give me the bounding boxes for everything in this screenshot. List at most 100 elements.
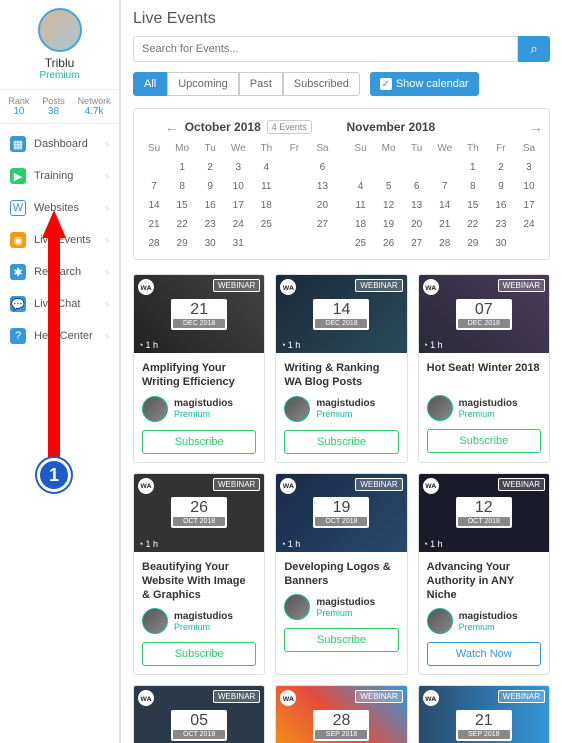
calendar-day[interactable]: 30 (196, 234, 224, 253)
subscribe-button[interactable]: Subscribe (427, 429, 541, 453)
show-calendar-toggle[interactable]: ✓ Show calendar (370, 72, 479, 96)
calendar-day[interactable]: 21 (431, 215, 459, 234)
calendar-day[interactable]: 11 (252, 177, 280, 196)
calendar-day[interactable]: 1 (459, 158, 487, 177)
sidebar-item-help-center[interactable]: ?Help Center› (0, 320, 119, 352)
calendar-day[interactable]: 23 (487, 215, 515, 234)
calendar-day[interactable]: 13 (308, 177, 336, 196)
subscribe-button[interactable]: Subscribe (284, 628, 398, 652)
next-month[interactable]: → (529, 119, 543, 135)
filter-past[interactable]: Past (239, 72, 283, 96)
calendar-day[interactable]: 2 (196, 158, 224, 177)
event-card[interactable]: wᴀ WEBINAR 14 DEC 2018 ◔1 h Writing & Ra… (275, 274, 407, 463)
filter-upcoming[interactable]: Upcoming (167, 72, 239, 96)
calendar-day[interactable]: 17 (515, 196, 543, 215)
filter-all[interactable]: All (133, 72, 167, 96)
calendar-day[interactable]: 25 (252, 215, 280, 234)
sidebar-item-live-chat[interactable]: 💬Live Chat› (0, 288, 119, 320)
calendar-day[interactable]: 12 (280, 177, 308, 196)
prev-month[interactable]: ← (165, 119, 179, 135)
subscribe-button[interactable]: Subscribe (284, 430, 398, 454)
calendar-day[interactable]: 22 (459, 215, 487, 234)
calendar-day[interactable]: 29 (459, 234, 487, 253)
calendar-day[interactable]: 24 (515, 215, 543, 234)
event-card[interactable]: wᴀ WEBINAR 26 OCT 2018 ◔1 h Beautifying … (133, 473, 265, 676)
calendar-day[interactable]: 27 (403, 234, 431, 253)
calendar-day[interactable]: 20 (403, 215, 431, 234)
calendar-day[interactable]: 10 (515, 177, 543, 196)
calendar-day[interactable]: 9 (487, 177, 515, 196)
calendar-day[interactable]: 14 (431, 196, 459, 215)
event-card[interactable]: wᴀ WEBINAR 21 DEC 2018 ◔1 h Amplifying Y… (133, 274, 265, 463)
event-card[interactable]: wᴀ WEBINAR 19 OCT 2018 ◔1 h Developing L… (275, 473, 407, 676)
calendar-day[interactable]: 3 (224, 158, 252, 177)
sidebar-item-research[interactable]: ✱Research› (0, 256, 119, 288)
calendar-day[interactable]: 11 (347, 196, 375, 215)
calendar-day[interactable]: 26 (280, 215, 308, 234)
calendar-day[interactable]: 8 (459, 177, 487, 196)
calendar-day[interactable]: 25 (347, 234, 375, 253)
sidebar-item-websites[interactable]: WWebsites› (0, 192, 119, 224)
calendar-day[interactable]: 9 (196, 177, 224, 196)
event-author[interactable]: magistudios Premium (427, 395, 541, 421)
calendar-day[interactable]: 4 (252, 158, 280, 177)
calendar-day[interactable]: 14 (140, 196, 168, 215)
event-card[interactable]: wᴀ WEBINAR 07 DEC 2018 ◔1 h Hot Seat! Wi… (418, 274, 550, 463)
calendar-day[interactable]: 31 (224, 234, 252, 253)
calendar-day[interactable]: 16 (487, 196, 515, 215)
calendar-day[interactable]: 17 (224, 196, 252, 215)
search-input[interactable] (133, 36, 518, 62)
event-author[interactable]: magistudios Premium (142, 608, 256, 634)
calendar-day[interactable]: 6 (308, 158, 336, 177)
calendar-day[interactable]: 18 (347, 215, 375, 234)
calendar-day[interactable]: 22 (168, 215, 196, 234)
calendar-day[interactable]: 3 (515, 158, 543, 177)
event-author[interactable]: magistudios Premium (284, 594, 398, 620)
event-author[interactable]: magistudios Premium (142, 396, 256, 422)
subscribe-button[interactable]: Subscribe (142, 642, 256, 666)
calendar-day[interactable]: 12 (375, 196, 403, 215)
watch-now-button[interactable]: Watch Now (427, 642, 541, 666)
calendar-day[interactable]: 15 (168, 196, 196, 215)
sidebar-item-dashboard[interactable]: ▦Dashboard› (0, 128, 119, 160)
event-card[interactable]: wᴀ WEBINAR 21 SEP 2018 ◔1 h Advanced Wid… (418, 685, 550, 743)
sidebar-item-live-events[interactable]: ◉Live Events› (0, 224, 119, 256)
calendar-day[interactable]: 7 (431, 177, 459, 196)
calendar-day[interactable]: 29 (168, 234, 196, 253)
calendar-day[interactable]: 19 (280, 196, 308, 215)
calendar-day[interactable]: 24 (224, 215, 252, 234)
user-name[interactable]: Triblu (4, 56, 115, 70)
event-author[interactable]: magistudios Premium (427, 608, 541, 634)
calendar-day[interactable]: 19 (375, 215, 403, 234)
calendar-day[interactable]: 6 (403, 177, 431, 196)
calendar-day[interactable]: 4 (347, 177, 375, 196)
stat-rank[interactable]: Rank 10 (8, 96, 29, 117)
calendar-day[interactable]: 1 (168, 158, 196, 177)
calendar-day[interactable]: 7 (140, 177, 168, 196)
event-card[interactable]: wᴀ WEBINAR 05 OCT 2018 ◔1 h Strategies f… (133, 685, 265, 743)
calendar-day[interactable]: 15 (459, 196, 487, 215)
event-author[interactable]: magistudios Premium (284, 396, 398, 422)
calendar-day[interactable]: 27 (308, 215, 336, 234)
calendar-day[interactable]: 16 (196, 196, 224, 215)
stat-posts[interactable]: Posts 38 (42, 96, 65, 117)
calendar-day[interactable]: 28 (140, 234, 168, 253)
calendar-day[interactable]: 30 (487, 234, 515, 253)
stat-network[interactable]: Network 4.7k (78, 96, 111, 117)
search-button[interactable]: ⌕ (518, 36, 550, 62)
calendar-day[interactable]: 23 (196, 215, 224, 234)
event-card[interactable]: wᴀ WEBINAR 28 SEP 2018 ◔1 h Professional… (275, 685, 407, 743)
calendar-day[interactable]: 18 (252, 196, 280, 215)
calendar-day[interactable]: 5 (375, 177, 403, 196)
calendar-day[interactable]: 10 (224, 177, 252, 196)
calendar-day[interactable]: 8 (168, 177, 196, 196)
calendar-day[interactable]: 13 (403, 196, 431, 215)
filter-subscribed[interactable]: Subscribed (283, 72, 360, 96)
event-card[interactable]: wᴀ WEBINAR 12 OCT 2018 ◔1 h Advancing Yo… (418, 473, 550, 676)
user-avatar[interactable] (38, 8, 82, 52)
calendar-day[interactable]: 5 (280, 158, 308, 177)
subscribe-button[interactable]: Subscribe (142, 430, 256, 454)
calendar-day[interactable]: 20 (308, 196, 336, 215)
calendar-day[interactable]: 21 (140, 215, 168, 234)
sidebar-item-training[interactable]: ▶Training› (0, 160, 119, 192)
